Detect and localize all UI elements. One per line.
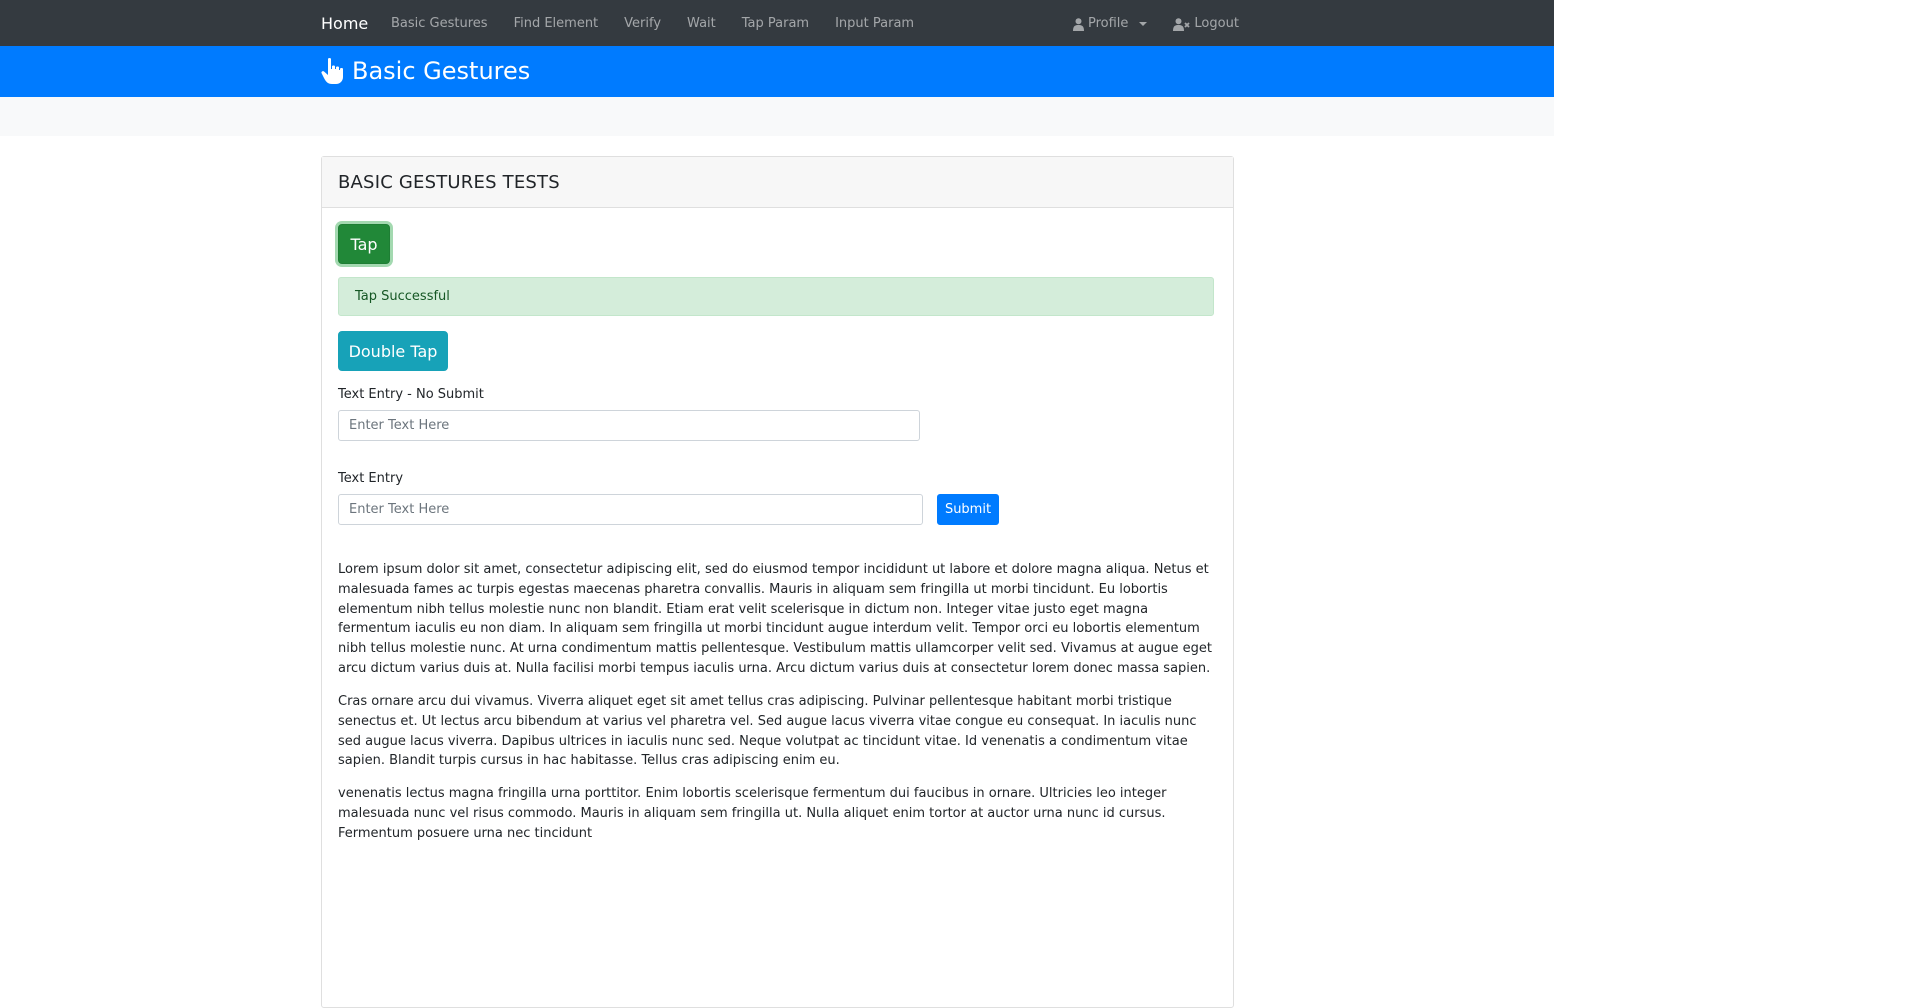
double-tap-button[interactable]: Double Tap <box>338 331 448 371</box>
card-header: BASIC GESTURES TESTS <box>322 157 1233 208</box>
nav-link-input-param[interactable]: Input Param <box>835 16 914 32</box>
text-entry-no-submit-label: Text Entry - No Submit <box>338 387 484 402</box>
nav-link-wait[interactable]: Wait <box>687 16 716 32</box>
hand-pointer-icon <box>321 57 343 84</box>
page-title: Basic Gestures <box>321 56 530 86</box>
text-entry-no-submit-input[interactable] <box>338 410 920 441</box>
alert-text: Tap Successful <box>355 289 450 304</box>
profile-dropdown[interactable]: Profile <box>1073 16 1148 32</box>
lorem-paragraph-2: Cras ornare arcu dui vivamus. Viverra al… <box>338 694 1197 769</box>
nav-link-verify[interactable]: Verify <box>624 16 661 32</box>
basic-gestures-card: BASIC GESTURES TESTS Tap Tap Successful … <box>321 156 1234 1008</box>
sub-header-strip <box>0 97 1554 136</box>
nav-links: Basic Gestures Find Element Verify Wait … <box>391 16 940 32</box>
nav-link-basic-gestures[interactable]: Basic Gestures <box>391 16 488 32</box>
nav-link-tap-param[interactable]: Tap Param <box>742 16 809 32</box>
text-entry-input[interactable] <box>338 494 923 525</box>
user-times-icon <box>1173 17 1191 31</box>
submit-button[interactable]: Submit <box>937 494 999 525</box>
nav-brand-home[interactable]: Home <box>321 14 368 34</box>
profile-label: Profile <box>1088 16 1129 31</box>
caret-down-icon <box>1139 22 1148 26</box>
tap-button[interactable]: Tap <box>338 224 390 264</box>
logout-label: Logout <box>1194 16 1239 31</box>
top-navbar: Home Basic Gestures Find Element Verify … <box>0 0 1554 46</box>
nav-link-find-element[interactable]: Find Element <box>514 16 599 32</box>
lorem-paragraph-3: venenatis lectus magna fringilla urna po… <box>338 786 1167 841</box>
logout-link[interactable]: Logout <box>1173 16 1239 32</box>
page-title-text: Basic Gestures <box>352 57 531 85</box>
user-icon <box>1073 17 1084 31</box>
lorem-paragraph-1: Lorem ipsum dolor sit amet, consectetur … <box>338 562 1213 676</box>
text-entry-label: Text Entry <box>338 471 404 486</box>
page-header-bar: Basic Gestures <box>0 46 1554 97</box>
nav-right: Profile Logout <box>1073 16 1239 32</box>
tap-success-alert: Tap Successful <box>338 277 1214 316</box>
card-title: BASIC GESTURES TESTS <box>338 171 560 193</box>
